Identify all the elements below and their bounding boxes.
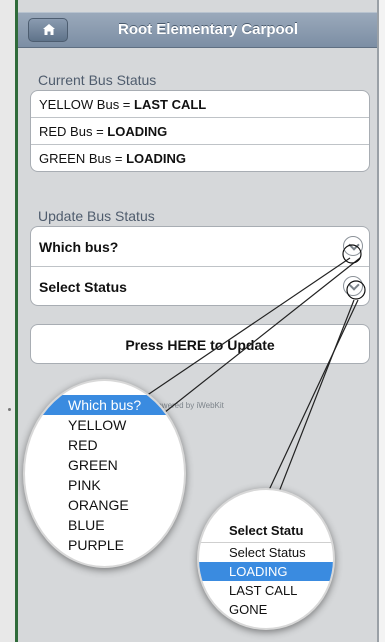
status-dropdown-magnifier: Select Statu Select Status LOADING LAST … (197, 488, 335, 630)
status-bus-name: YELLOW Bus = (39, 97, 135, 112)
stray-dot (8, 408, 11, 411)
bus-option[interactable]: GREEN (25, 455, 184, 475)
bus-select[interactable]: Which bus? (31, 227, 369, 267)
status-value: LOADING (126, 151, 187, 166)
bus-option[interactable]: BLUE (25, 515, 184, 535)
status-value: LOADING (107, 124, 168, 139)
status-row-green: GREEN Bus = LOADING (31, 145, 369, 171)
bus-option[interactable]: ORANGE (25, 495, 184, 515)
status-option[interactable]: GONE (199, 600, 333, 619)
current-status-label: Current Bus Status (38, 72, 157, 88)
status-option[interactable]: LOADING (199, 562, 333, 581)
top-bar: Root Elementary Carpool (18, 12, 377, 48)
status-option[interactable]: LAST CALL (199, 581, 333, 600)
status-dropdown-header: Select Statu (199, 520, 333, 543)
bus-option[interactable]: Which bus? (25, 395, 184, 415)
page-title: Root Elementary Carpool (117, 21, 299, 38)
chevron-down-icon[interactable] (343, 276, 363, 296)
update-button[interactable]: Press HERE to Update (30, 324, 370, 364)
status-bus-name: RED Bus = (39, 124, 108, 139)
status-row-red: RED Bus = LOADING (31, 118, 369, 145)
status-bus-name: GREEN Bus = (39, 151, 127, 166)
status-row-yellow: YELLOW Bus = LAST CALL (31, 91, 369, 118)
update-form: Which bus? Select Status (30, 226, 370, 306)
status-select-value: Select Status (39, 279, 127, 295)
chevron-down-icon[interactable] (343, 236, 363, 256)
home-button[interactable] (28, 18, 68, 42)
status-option[interactable]: Select Status (199, 543, 333, 562)
bus-select-value: Which bus? (39, 239, 119, 255)
bus-option[interactable]: PURPLE (25, 535, 184, 555)
phone-screen: Root Elementary Carpool Current Bus Stat… (0, 0, 385, 642)
current-status-list: YELLOW Bus = LAST CALL RED Bus = LOADING… (30, 90, 370, 172)
update-status-label: Update Bus Status (38, 208, 155, 224)
bus-option[interactable]: PINK (25, 475, 184, 495)
bus-option[interactable]: RED (25, 435, 184, 455)
status-value: LAST CALL (134, 97, 207, 112)
left-edge (0, 0, 18, 642)
bus-option[interactable]: YELLOW (25, 415, 184, 435)
home-icon (43, 24, 55, 35)
bus-dropdown-magnifier: Which bus? YELLOW RED GREEN PINK ORANGE … (23, 379, 186, 568)
right-edge (377, 0, 385, 642)
status-dropdown-list: Select Statu Select Status LOADING LAST … (199, 520, 333, 619)
bus-dropdown-list: Which bus? YELLOW RED GREEN PINK ORANGE … (25, 395, 184, 555)
status-select[interactable]: Select Status (31, 267, 369, 305)
